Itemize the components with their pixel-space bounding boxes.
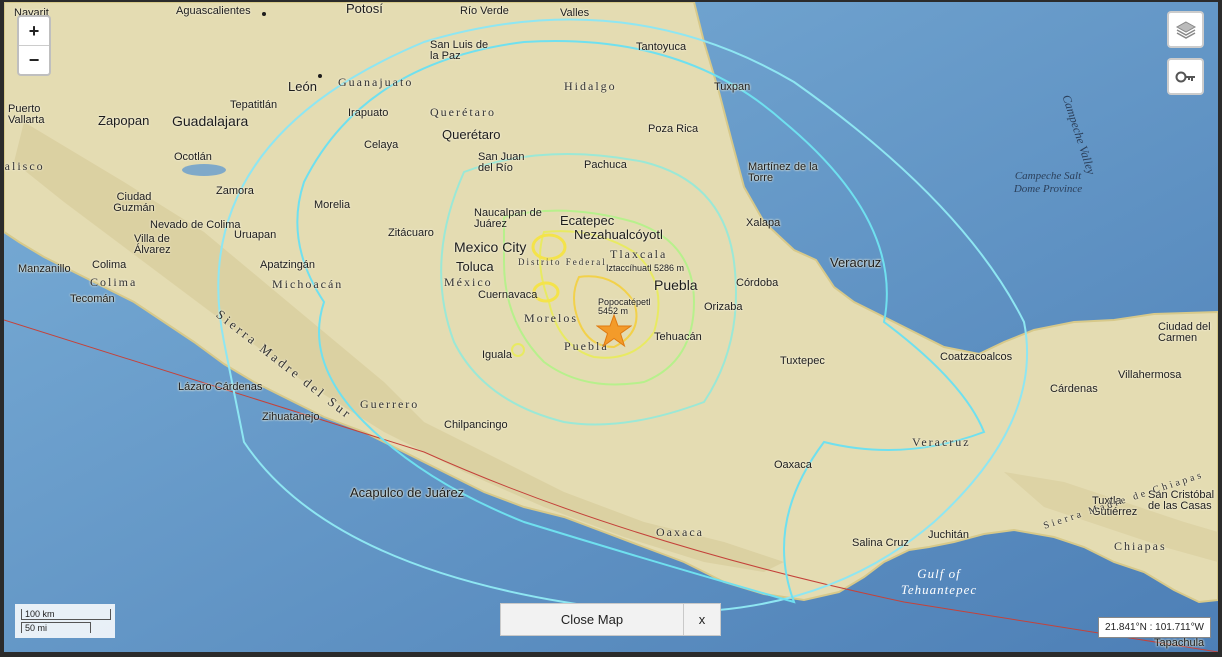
state-label: Tlaxcala — [610, 247, 668, 261]
key-icon — [1175, 71, 1195, 82]
city-label: Puebla — [654, 277, 698, 293]
city-label: Chilpancingo — [444, 419, 508, 431]
scale-km: 100 km — [21, 609, 111, 620]
city-label: Nevado de Colima — [150, 219, 241, 231]
city-label: Uruapan — [234, 229, 277, 241]
city-label: Ocotlán — [174, 151, 212, 163]
sea-label: Gulf of Tehuantepec — [900, 566, 978, 597]
state-label: Veracruz — [912, 435, 971, 449]
state-label: Chiapas — [1114, 539, 1167, 553]
city-label: Cuernavaca — [478, 289, 538, 301]
close-icon[interactable]: x — [683, 604, 720, 635]
state-label: Distrito Federal — [518, 257, 607, 267]
city-label: Tuxtepec — [780, 355, 825, 367]
layers-button[interactable] — [1167, 11, 1204, 48]
city-label: Puerto Vallarta — [8, 103, 45, 126]
city-label: Ecatepec — [560, 213, 615, 228]
city-label: Tecomán — [70, 293, 115, 305]
city-label: Ciudad del Carmen — [1158, 321, 1211, 344]
city-label: Poza Rica — [648, 123, 699, 135]
city-label: San Luis de la Paz — [430, 39, 489, 62]
city-label: Toluca — [456, 259, 494, 274]
zoom-out-button[interactable]: − — [19, 45, 49, 74]
city-label: Iguala — [482, 349, 512, 361]
layers-icon — [1175, 20, 1196, 39]
map-canvas[interactable]: Nayarit Aguascalientes Potosí Río Verde … — [4, 2, 1218, 652]
state-label: México — [444, 275, 493, 289]
zoom-control: + − — [17, 15, 51, 76]
city-label: Apatzingán — [260, 259, 316, 271]
city-label: Lázaro Cárdenas — [178, 381, 263, 393]
city-label: Zihuatanejo — [262, 411, 320, 423]
close-map-button[interactable]: Close Map — [501, 604, 683, 635]
state-label: Hidalgo — [564, 79, 617, 93]
state-label: Morelos — [524, 311, 578, 325]
zoom-in-button[interactable]: + — [19, 17, 49, 45]
city-label: Valles — [560, 7, 590, 19]
city-label: Orizaba — [704, 301, 743, 313]
scale-bar: 100 km 50 mi — [15, 604, 115, 638]
city-label: Ciudad Guzmán — [113, 191, 155, 214]
scale-mi: 50 mi — [21, 622, 91, 633]
lake-chapala — [182, 164, 226, 176]
city-label: Juchitán — [928, 529, 969, 541]
state-label: Oaxaca — [656, 525, 704, 539]
city-label: Guadalajara — [172, 113, 249, 129]
city-label: Colima — [92, 259, 127, 271]
city-label: Iztaccíhuatl 5286 m — [606, 263, 685, 273]
city-label: Naucalpan de Juárez — [474, 207, 542, 230]
city-label: Tehuacán — [654, 331, 702, 343]
city-label: Pachuca — [584, 159, 627, 171]
city-label: Aguascalientes — [176, 5, 251, 17]
city-label: Irapuato — [348, 107, 389, 119]
state-label: Jalisco — [4, 159, 45, 173]
city-label: Río Verde — [460, 5, 509, 17]
city-label: Villahermosa — [1118, 369, 1182, 381]
city-label: Zamora — [216, 185, 254, 197]
legend-button[interactable] — [1167, 58, 1204, 95]
coordinates-readout: 21.841°N : 101.711°W — [1098, 617, 1211, 638]
city-label: Tantoyuca — [636, 41, 687, 53]
state-label: Colima — [90, 275, 138, 289]
sea-label: Campeche Salt Dome Province — [1013, 170, 1083, 196]
city-label: Coatzacoalcos — [940, 351, 1013, 363]
city-label: Tepatitlán — [230, 99, 278, 111]
city-dot — [262, 12, 266, 16]
city-label: Acapulco de Juárez — [350, 485, 465, 500]
city-label: Cárdenas — [1050, 383, 1098, 395]
city-label: Manzanillo — [18, 263, 71, 275]
state-label: Guerrero — [360, 397, 420, 411]
city-label: Zapopan — [98, 113, 150, 128]
city-label: Potosí — [346, 2, 383, 16]
city-label: Salina Cruz — [852, 537, 909, 549]
city-label: Mexico City — [454, 239, 527, 255]
city-label: Oaxaca — [774, 459, 812, 471]
city-label: Veracruz — [830, 255, 882, 270]
city-label: Córdoba — [736, 277, 779, 289]
city-label: Tuxpan — [714, 81, 751, 93]
city-label: León — [288, 79, 317, 94]
city-label: Querétaro — [442, 127, 501, 142]
city-label: Zitácuaro — [388, 227, 434, 239]
city-label: Tapachula — [1154, 637, 1205, 649]
city-label: Martínez de la Torre — [748, 161, 818, 184]
state-label: Querétaro — [430, 105, 496, 119]
state-label: Guanajuato — [338, 75, 414, 89]
city-label: Villa de Álvarez — [134, 233, 171, 256]
city-label: Morelia — [314, 199, 351, 211]
city-label: Xalapa — [746, 217, 781, 229]
city-label: San Juan del Río — [478, 151, 525, 174]
close-map-bar: Close Map x — [500, 603, 721, 636]
star-icon[interactable] — [596, 314, 632, 348]
city-label: Celaya — [364, 139, 399, 151]
city-dot — [318, 74, 322, 78]
state-label: Michoacán — [272, 277, 344, 291]
city-label: Nezahualcóyotl — [574, 227, 663, 242]
